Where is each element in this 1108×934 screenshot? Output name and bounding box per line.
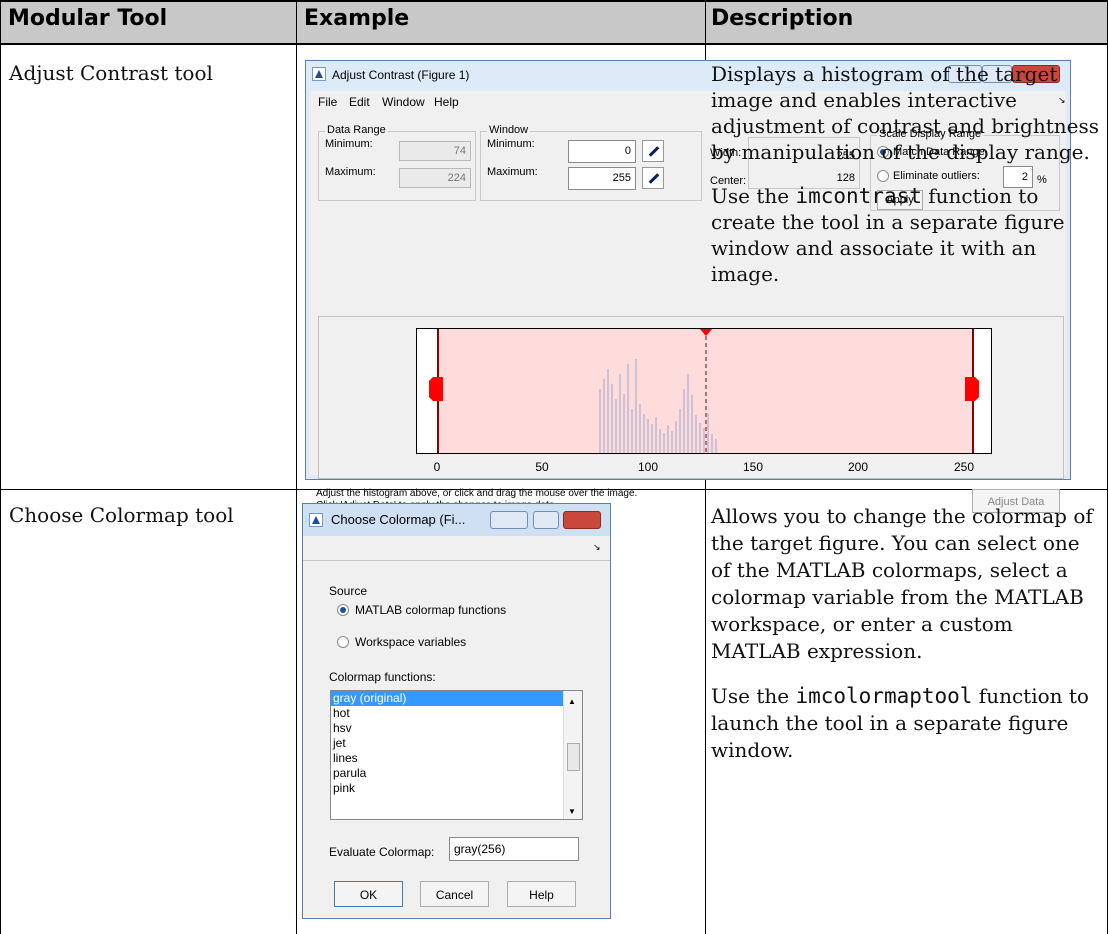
evaluate-colormap-label: Evaluate Colormap: [329,845,435,859]
description-adjust-contrast: Displays a histogram of the target image… [711,61,1103,287]
tool-name-adjust-contrast: Adjust Contrast tool [9,61,213,85]
workspace-variables-label: Workspace variables [355,635,467,649]
list-item[interactable]: hsv [331,721,582,736]
tick-label: 0 [433,460,441,474]
toolbar-divider [303,560,610,561]
data-max-label: Maximum: [325,166,376,178]
header-description: Description [711,6,854,31]
description-choose-colormap: Allows you to change the colormap of the… [711,503,1103,764]
list-scrollbar[interactable]: ▲ ▼ [563,691,582,819]
column-divider-1 [296,0,297,934]
minimize-button[interactable] [490,511,528,529]
histogram-plot [416,328,992,454]
dock-arrow-icon[interactable]: ↘ [593,542,601,553]
maximize-button[interactable] [533,511,559,529]
description-p2: Use the imcontrast function to create th… [711,183,1103,287]
histogram-svg [429,329,979,453]
matlab-icon [312,67,326,81]
code-imcolormaptool: imcolormaptool [795,684,973,708]
cancel-button[interactable]: Cancel [420,881,489,907]
matlab-colormap-radio[interactable] [337,604,349,616]
data-max-field: 224 [399,168,471,188]
list-item[interactable]: jet [331,736,582,751]
list-item[interactable]: pink [331,781,582,796]
desc-text: Use the [711,684,796,708]
description-p2: Use the imcolormaptool function to launc… [711,683,1103,764]
window-min-label: Minimum: [487,138,535,150]
tick-label: 100 [637,460,659,474]
scroll-up-icon[interactable]: ▲ [568,694,576,709]
list-item[interactable]: lines [331,751,582,766]
matlab-icon [309,513,323,527]
evaluate-colormap-input[interactable]: gray(256) [449,837,579,861]
menu-file[interactable]: File [318,95,337,109]
ok-button[interactable]: OK [334,881,403,907]
max-handle[interactable] [965,377,979,401]
title-bar: Choose Colormap (Fi... [303,504,610,536]
data-min-field: 74 [399,141,471,161]
window-max-input[interactable]: 255 [568,167,636,190]
table-border-left [0,0,1,934]
description-p1: Displays a histogram of the target image… [711,62,1099,164]
choose-colormap-window: Choose Colormap (Fi... ↘ Source MATLAB c… [302,503,611,919]
histogram-panel: 0 50 100 150 200 250 [318,316,1064,479]
colormap-functions-label: Colormap functions: [329,670,436,684]
data-range-group: Data Range Minimum: Maximum: 74 224 [318,124,476,201]
desc-text: Use the [711,184,796,208]
table-header: Modular Tool Example Description [0,0,1108,45]
matlab-colormap-label: MATLAB colormap functions [355,603,507,617]
menu-help[interactable]: Help [434,95,459,109]
source-label: Source [329,584,368,598]
tick-label: 250 [953,460,975,474]
window-title: Adjust Contrast (Figure 1) [332,68,470,82]
data-range-title: Data Range [325,124,388,136]
window-group-title: Window [487,124,531,136]
hint-text-1: Adjust the histogram above, or click and… [316,488,638,499]
list-item[interactable]: gray (original) [331,691,582,706]
list-item[interactable]: hot [331,706,582,721]
header-modular-tool: Modular Tool [8,6,168,31]
list-item[interactable]: parula [331,766,582,781]
tick-label: 150 [742,460,764,474]
window-group: Window Minimum: Maximum: 0 255 [480,124,702,201]
window-min-input[interactable]: 0 [568,140,636,163]
menu-edit[interactable]: Edit [349,95,370,109]
window-title: Choose Colormap (Fi... [331,512,466,527]
scroll-down-icon[interactable]: ▼ [568,804,576,819]
close-button[interactable] [563,511,601,529]
tool-name-choose-colormap: Choose Colormap tool [9,503,234,527]
code-imcontrast: imcontrast [795,184,922,208]
window-max-label: Maximum: [487,166,538,178]
eyedropper-max-icon[interactable] [642,167,664,189]
min-handle[interactable] [429,377,443,401]
data-min-label: Minimum: [325,138,373,150]
tick-label: 50 [535,460,549,474]
menu-window[interactable]: Window [382,95,425,109]
tick-label: 200 [847,460,869,474]
workspace-variables-radio[interactable] [337,636,349,648]
description-p1: Allows you to change the colormap of the… [711,504,1093,663]
header-example: Example [304,6,410,31]
eyedropper-min-icon[interactable] [642,140,664,162]
scroll-thumb[interactable] [567,743,580,771]
colormap-list[interactable]: gray (original) hot hsv jet lines parula… [330,690,583,820]
help-button[interactable]: Help [507,881,576,907]
